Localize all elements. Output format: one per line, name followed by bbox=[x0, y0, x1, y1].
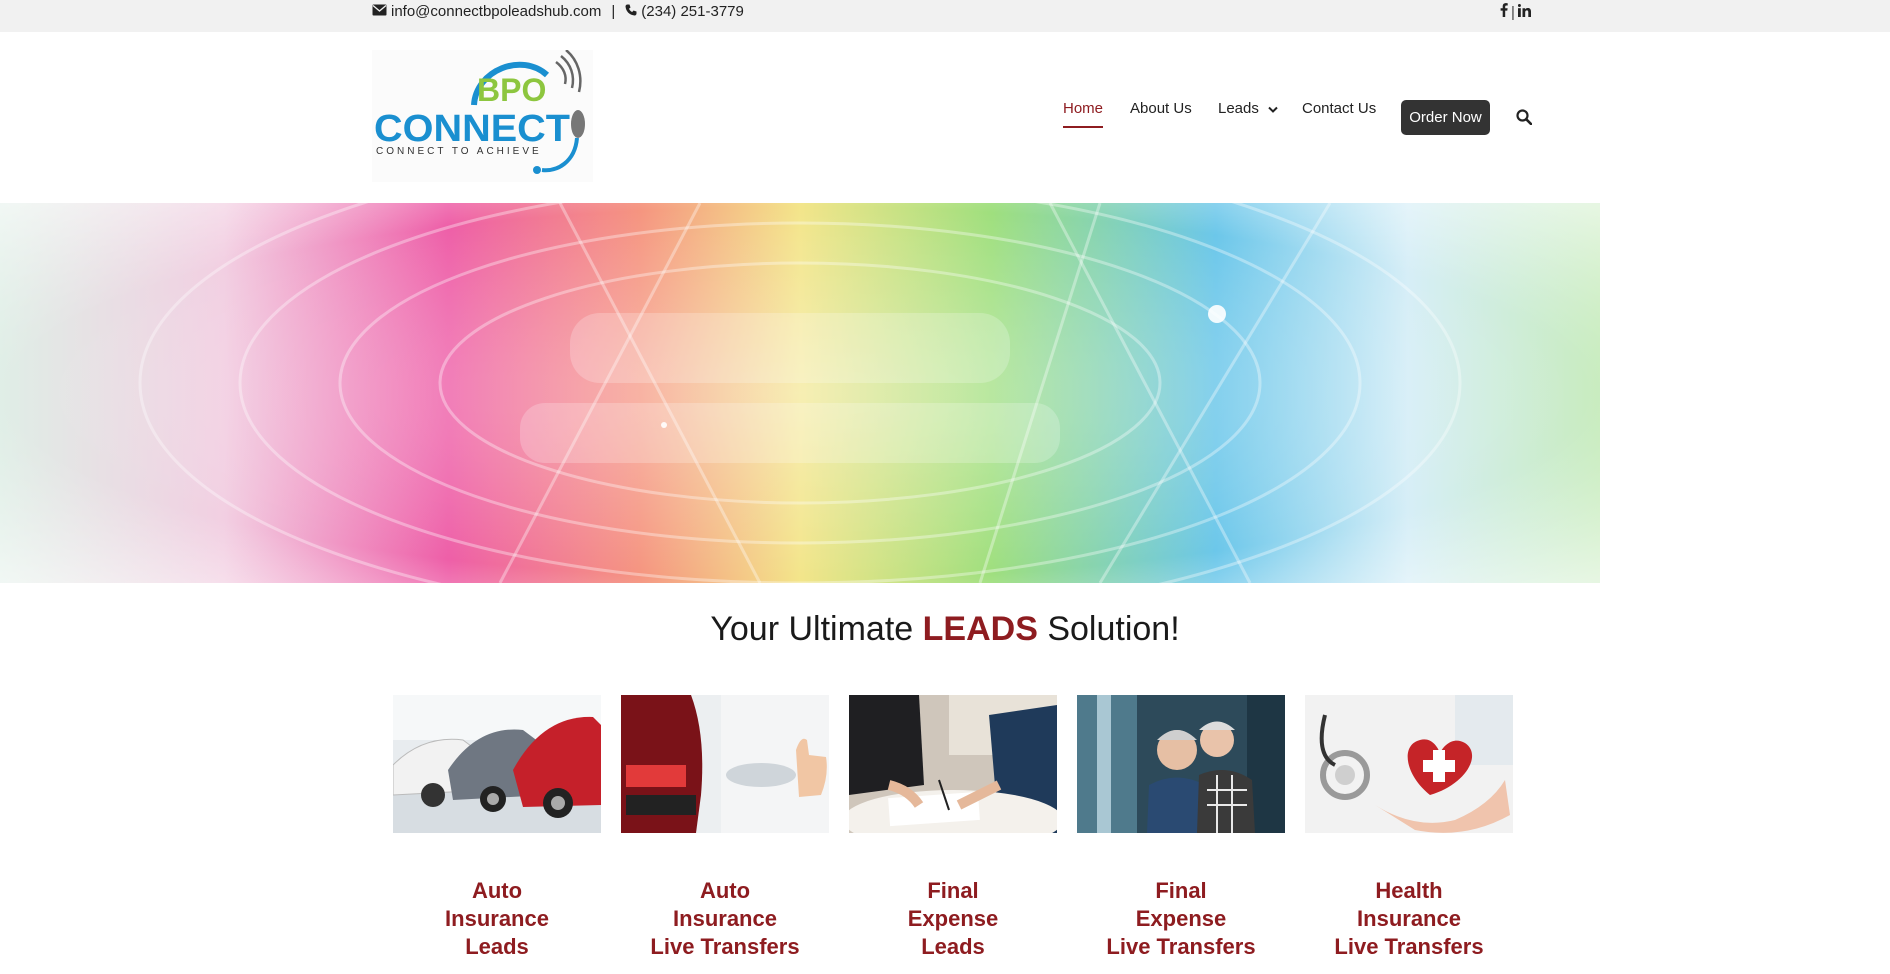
card-title-line: Leads bbox=[921, 934, 985, 959]
card-title-line: Expense bbox=[907, 906, 999, 931]
card-title-line: Live Transfers bbox=[1106, 934, 1256, 959]
card-image-cars[interactable] bbox=[393, 695, 601, 833]
card-title-line: Live Transfers bbox=[1334, 934, 1484, 959]
linkedin-icon[interactable] bbox=[1517, 3, 1531, 21]
search-icon[interactable] bbox=[1516, 109, 1533, 130]
logo-connect-text: CONNECT bbox=[374, 108, 570, 150]
chevron-down-icon bbox=[1268, 101, 1278, 118]
product-card[interactable]: Auto Insurance Live Transfers bbox=[621, 695, 829, 959]
card-image-elderly-couple[interactable] bbox=[1077, 695, 1285, 833]
product-card[interactable]: Health Insurance Live Transfers bbox=[1305, 695, 1513, 959]
top-bar: info@connectbpoleadshub.com | (234) 251-… bbox=[0, 0, 1890, 32]
card-title[interactable]: Final Expense Live Transfers bbox=[1057, 877, 1305, 961]
card-title-line: Insurance bbox=[673, 906, 777, 931]
product-card[interactable]: Final Expense Live Transfers bbox=[1077, 695, 1285, 959]
nav-home[interactable]: Home bbox=[1063, 100, 1104, 128]
card-image-thumbs-up[interactable] bbox=[621, 695, 829, 833]
card-title[interactable]: Health Insurance Live Transfers bbox=[1285, 877, 1533, 961]
product-card[interactable]: Auto Insurance Leads bbox=[393, 695, 601, 959]
contact-info: info@connectbpoleadshub.com | (234) 251-… bbox=[372, 3, 744, 20]
card-title[interactable]: Auto Insurance Leads bbox=[373, 877, 621, 961]
headline-prefix: Your Ultimate bbox=[710, 610, 923, 648]
email-link[interactable]: info@connectbpoleadshub.com bbox=[391, 3, 601, 20]
facebook-icon[interactable] bbox=[1500, 3, 1508, 21]
card-title-line: Final bbox=[1155, 878, 1207, 903]
card-title[interactable]: Final Expense Leads bbox=[829, 877, 1077, 961]
card-title-line: Live Transfers bbox=[650, 934, 800, 959]
phone-link[interactable]: (234) 251-3779 bbox=[641, 3, 744, 20]
logo-bpo-text: BPO bbox=[477, 72, 546, 108]
envelope-icon bbox=[372, 3, 387, 20]
phone-icon bbox=[625, 3, 637, 20]
card-title-line: Auto bbox=[699, 878, 751, 903]
card-title-line: Leads bbox=[465, 934, 529, 959]
card-title-line: Health bbox=[1375, 878, 1443, 903]
card-title-line: Auto bbox=[471, 878, 523, 903]
product-card[interactable]: Final Expense Leads bbox=[849, 695, 1057, 959]
headline-suffix: Solution! bbox=[1037, 610, 1180, 648]
card-title-line: Insurance bbox=[445, 906, 549, 931]
social-links: | bbox=[1500, 3, 1531, 21]
order-now-button[interactable]: Order Now bbox=[1401, 100, 1490, 135]
contact-separator: | bbox=[611, 3, 616, 20]
card-title[interactable]: Auto Insurance Live Transfers bbox=[601, 877, 849, 961]
nav-about-us[interactable]: About Us bbox=[1130, 100, 1192, 117]
nav-leads[interactable]: Leads bbox=[1218, 100, 1278, 118]
logo-tagline: CONNECT TO ACHIEVE bbox=[376, 146, 542, 157]
card-title-line: Insurance bbox=[1357, 906, 1461, 931]
hero-banner bbox=[0, 203, 1600, 583]
page-headline: Your Ultimate LEADS Solution! bbox=[0, 610, 1890, 649]
card-image-health-heart[interactable] bbox=[1305, 695, 1513, 833]
headline-highlight: LEADS bbox=[922, 610, 1038, 648]
nav-contact-us[interactable]: Contact Us bbox=[1302, 100, 1376, 117]
nav-leads-label: Leads bbox=[1218, 100, 1259, 117]
site-logo[interactable]: BPO CONNECT CONNECT TO ACHIEVE bbox=[372, 49, 593, 182]
card-image-signing[interactable] bbox=[849, 695, 1057, 833]
social-separator: | bbox=[1511, 3, 1515, 21]
card-title-line: Final bbox=[927, 878, 979, 903]
card-title-line: Expense bbox=[1135, 906, 1227, 931]
